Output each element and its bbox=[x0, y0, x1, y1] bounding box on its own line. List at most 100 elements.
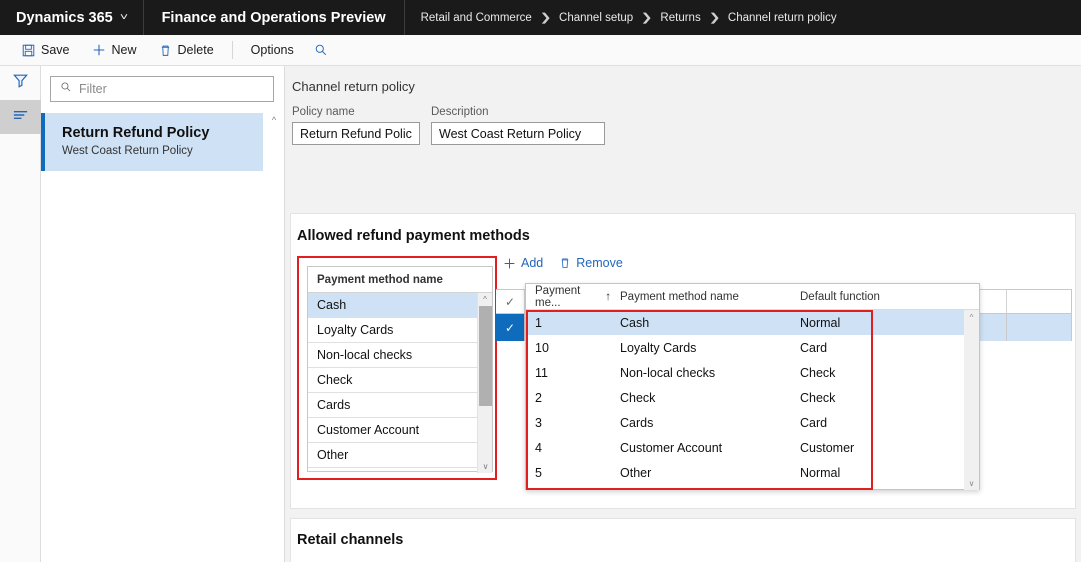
policy-name-field: Policy name bbox=[292, 106, 420, 145]
filter-area: Filter bbox=[41, 66, 284, 102]
section-title-retail-channels: Retail channels bbox=[297, 532, 404, 548]
chevron-down-icon[interactable]: ˅ bbox=[120, 12, 128, 23]
list-rail-button[interactable] bbox=[0, 100, 41, 134]
payment-method-list-item[interactable]: Loyalty Cards bbox=[308, 318, 492, 343]
lookup-row[interactable]: 4 Customer Account Customer bbox=[526, 435, 979, 460]
lookup-row-id: 3 bbox=[535, 415, 542, 430]
lookup-row[interactable]: 5 Other Normal bbox=[526, 460, 979, 485]
lookup-row[interactable]: 2 Check Check bbox=[526, 385, 979, 410]
top-bar: Dynamics 365 ˅ Finance and Operations Pr… bbox=[0, 0, 1081, 35]
filter-rail-button[interactable] bbox=[0, 66, 41, 100]
lookup-row[interactable]: 1 Cash Normal bbox=[526, 310, 979, 335]
payment-method-lookup-flyout: Payment me... ↑ Payment method name Defa… bbox=[525, 283, 980, 490]
lookup-row-function: Check bbox=[800, 390, 836, 405]
description-input[interactable] bbox=[431, 122, 605, 145]
payment-method-list-item[interactable]: Check bbox=[308, 368, 492, 393]
chevron-down-icon[interactable]: ∨ bbox=[964, 476, 979, 490]
chevron-down-icon[interactable]: ∨ bbox=[478, 460, 493, 473]
records-list: Return Refund Policy West Coast Return P… bbox=[41, 113, 284, 171]
section-title-allowed-refund: Allowed refund payment methods bbox=[297, 228, 530, 244]
lookup-row[interactable]: 10 Loyalty Cards Card bbox=[526, 335, 979, 360]
row-checkbox[interactable]: ✓ bbox=[496, 314, 525, 341]
remove-button[interactable]: Remove bbox=[559, 256, 623, 270]
lookup-row-name: Other bbox=[620, 465, 652, 480]
chevron-right-icon: ❯ bbox=[640, 12, 653, 24]
column-header-payment-method-label: Payment me... bbox=[535, 284, 581, 309]
filter-input-wrapper[interactable]: Filter bbox=[50, 76, 274, 102]
row-spacer-cell bbox=[1007, 314, 1072, 341]
lookup-rows: 1 Cash Normal 10 Loyalty Cards Card 11 N… bbox=[526, 310, 979, 490]
column-header-payment-method-name[interactable]: Payment method name bbox=[611, 284, 791, 309]
lookup-row-id: 4 bbox=[535, 440, 542, 455]
lookup-row-function: Card bbox=[800, 415, 828, 430]
retail-channels-commands: Add Remove bbox=[291, 548, 1075, 562]
breadcrumb-item-3[interactable]: Channel return policy bbox=[728, 12, 837, 24]
breadcrumb-item-0[interactable]: Retail and Commerce bbox=[421, 12, 532, 24]
lookup-row[interactable]: 3 Cards Card bbox=[526, 410, 979, 435]
search-button[interactable] bbox=[306, 40, 336, 60]
lookup-row-id: 1 bbox=[535, 315, 542, 330]
chevron-up-icon[interactable]: ^ bbox=[478, 293, 492, 306]
list-scrollbar[interactable]: ^ bbox=[267, 113, 281, 187]
add-button[interactable]: Add bbox=[503, 256, 543, 270]
breadcrumb-item-1[interactable]: Channel setup bbox=[559, 12, 633, 24]
new-button[interactable]: New bbox=[82, 40, 147, 60]
column-header-default-function[interactable]: Default function bbox=[791, 284, 956, 309]
brand-dynamics-365[interactable]: Dynamics 365 ˅ bbox=[0, 0, 144, 35]
column-header-payment-method[interactable]: Payment me... ↑ bbox=[526, 284, 611, 309]
payment-method-list-item[interactable]: Non-local checks bbox=[308, 343, 492, 368]
allowed-tender-grid-area: Add Remove ✓ Allowed return tender type … bbox=[496, 256, 1072, 341]
toolbar-divider bbox=[231, 41, 233, 59]
payment-method-list-scrollbar[interactable]: ^ ∨ bbox=[477, 293, 492, 473]
lookup-row-function: Customer bbox=[800, 440, 855, 455]
chevron-right-icon: ❯ bbox=[708, 12, 721, 24]
lookup-row-function: Card bbox=[800, 340, 828, 355]
payment-method-list-item[interactable]: Customer Account bbox=[308, 418, 492, 443]
save-button[interactable]: Save bbox=[12, 40, 80, 60]
delete-label: Delete bbox=[177, 43, 214, 57]
chevron-up-icon[interactable]: ^ bbox=[964, 310, 979, 324]
select-all-checkbox[interactable]: ✓ bbox=[496, 290, 525, 313]
payment-method-name-list: Payment method name Cash Loyalty Cards N… bbox=[307, 266, 493, 473]
list-item-title: Return Refund Policy bbox=[62, 125, 210, 141]
lookup-row-id: 5 bbox=[535, 465, 542, 480]
page-header: Channel return policy bbox=[285, 66, 1081, 94]
trash-icon bbox=[559, 257, 571, 269]
trash-icon bbox=[159, 44, 172, 57]
left-rail bbox=[0, 66, 41, 562]
payment-method-list-item[interactable]: Cards bbox=[308, 393, 492, 418]
plus-icon bbox=[503, 257, 516, 270]
delete-button[interactable]: Delete bbox=[149, 40, 224, 60]
payment-method-list-item[interactable]: Other bbox=[308, 443, 492, 468]
lookup-row-name: Customer Account bbox=[620, 440, 723, 455]
description-field: Description bbox=[431, 106, 605, 145]
lookup-row[interactable]: 11 Non-local checks Check bbox=[526, 360, 979, 385]
policy-name-input[interactable] bbox=[292, 122, 420, 145]
lookup-row-id: 10 bbox=[535, 340, 549, 355]
search-icon bbox=[60, 80, 72, 98]
payment-method-list-item[interactable]: Cash bbox=[308, 293, 492, 318]
list-lines-icon bbox=[12, 108, 29, 126]
lookup-row-function: Check bbox=[800, 365, 836, 380]
breadcrumb: Retail and Commerce ❯ Channel setup ❯ Re… bbox=[405, 0, 853, 35]
retail-channels-card: Retail channels Add Remove ✓ Name Operat… bbox=[290, 518, 1076, 562]
breadcrumb-item-2[interactable]: Returns bbox=[660, 12, 700, 24]
lookup-row-id: 11 bbox=[535, 365, 548, 380]
scrollbar-thumb[interactable] bbox=[479, 306, 492, 406]
description-label: Description bbox=[431, 106, 489, 118]
lookup-scrollbar[interactable]: ^ ∨ bbox=[964, 310, 979, 490]
list-item[interactable]: Return Refund Policy West Coast Return P… bbox=[41, 113, 263, 171]
page-title: Channel return policy bbox=[292, 79, 415, 94]
options-button[interactable]: Options bbox=[241, 40, 304, 60]
lookup-row-name: Loyalty Cards bbox=[620, 340, 697, 355]
lookup-row-id: 2 bbox=[535, 390, 542, 405]
remove-label: Remove bbox=[576, 256, 623, 270]
payment-method-list-header: Payment method name bbox=[308, 267, 492, 293]
app-title: Finance and Operations Preview bbox=[144, 0, 405, 35]
brand-label: Dynamics 365 bbox=[16, 9, 113, 26]
column-header-spacer bbox=[1007, 290, 1072, 313]
list-item-subtitle: West Coast Return Policy bbox=[62, 145, 193, 157]
grid-commands: Add Remove bbox=[502, 256, 1072, 270]
records-list-panel: Filter Return Refund Policy West Coast R… bbox=[41, 66, 285, 562]
chevron-up-icon[interactable]: ^ bbox=[272, 115, 276, 187]
